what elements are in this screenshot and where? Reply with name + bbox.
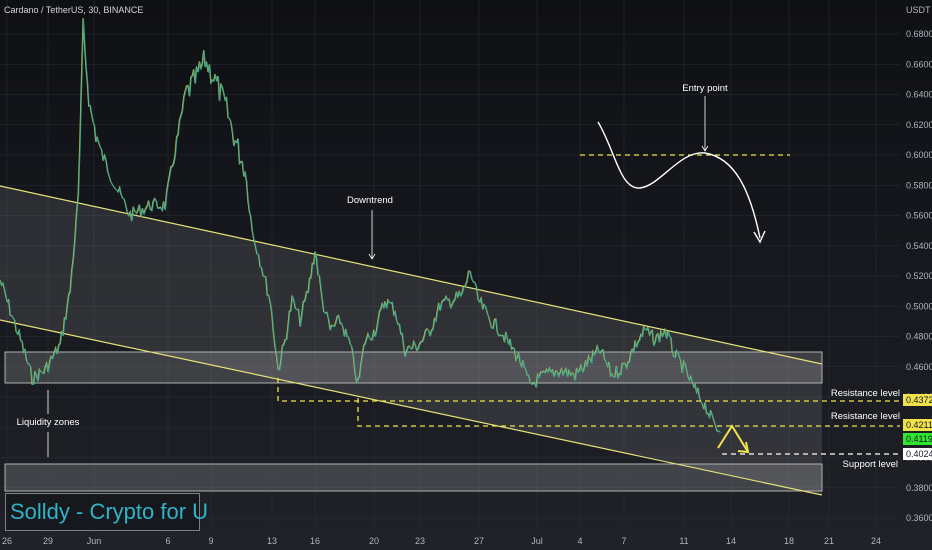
y-tick-label: 0.4800: [906, 332, 932, 342]
x-tick-label: 13: [267, 536, 277, 546]
price-tag-label: 0.4372: [906, 395, 932, 405]
y-tick-label: 0.6000: [906, 150, 932, 160]
liquidity-zone-upper: [4, 351, 823, 384]
x-tick-label: 20: [369, 536, 379, 546]
entry-point-label: Entry point: [682, 83, 728, 94]
y-tick-label: 0.6200: [906, 120, 932, 130]
downtrend-label: Downtrend: [347, 195, 393, 206]
y-tick-label: 0.5200: [906, 271, 932, 281]
x-tick-label: 11: [679, 536, 688, 546]
x-tick-label: 6: [165, 536, 170, 546]
x-tick-label: 18: [784, 536, 794, 546]
y-tick-label: 0.6400: [906, 90, 932, 100]
y-tick-label: 0.3600: [906, 513, 932, 523]
y-tick-label: 0.5600: [906, 211, 932, 221]
y-tick-label: 0.4600: [906, 362, 932, 372]
x-tick-label: 9: [208, 536, 213, 546]
price-tag-label: 0.4119: [906, 434, 932, 444]
x-tick-label: 4: [577, 536, 582, 546]
chart-title: Cardano / TetherUS, 30, BINANCE: [4, 5, 143, 15]
x-tick-label: 29: [43, 536, 53, 546]
axis-unit: USDT: [906, 5, 931, 15]
entry-curve: [597, 121, 761, 239]
y-tick-label: 0.3800: [906, 483, 932, 493]
x-tick-label: 26: [2, 536, 12, 546]
y-tick-label: 0.5400: [906, 241, 932, 251]
descending-channel-fill: [0, 186, 822, 495]
support-level-label: Support level: [843, 459, 898, 470]
price-chart[interactable]: Entry point Downtrend Liquidity zones Resis…: [0, 0, 932, 550]
resistance-level-label-2: Resistance level: [831, 411, 900, 422]
y-tick-label: 0.5800: [906, 180, 932, 190]
brand-watermark: Solldy - Crypto for U: [5, 493, 208, 531]
resistance-level-label-1: Resistance level: [831, 388, 900, 399]
x-tick-label: 23: [415, 536, 425, 546]
liquidity-zone-lower: [4, 463, 823, 492]
price-tag-label: 0.4211: [906, 420, 932, 430]
liquidity-zones-label: Liquidity zones: [17, 417, 80, 428]
y-tick-label: 0.6800: [906, 29, 932, 39]
x-tick-label: Jul: [531, 536, 543, 546]
x-tick-label: 27: [474, 536, 484, 546]
chart-root: Entry point Downtrend Liquidity zones Resis…: [0, 0, 932, 550]
x-tick-label: 14: [726, 536, 736, 546]
price-tag-label: 0.4024: [906, 449, 932, 459]
x-tick-label: 24: [871, 536, 881, 546]
x-tick-label: 7: [621, 536, 626, 546]
x-tick-label: 16: [310, 536, 320, 546]
x-tick-label: 21: [824, 536, 834, 546]
y-tick-label: 0.5000: [906, 301, 932, 311]
y-tick-label: 0.6600: [906, 59, 932, 69]
x-tick-label: Jun: [87, 536, 102, 546]
